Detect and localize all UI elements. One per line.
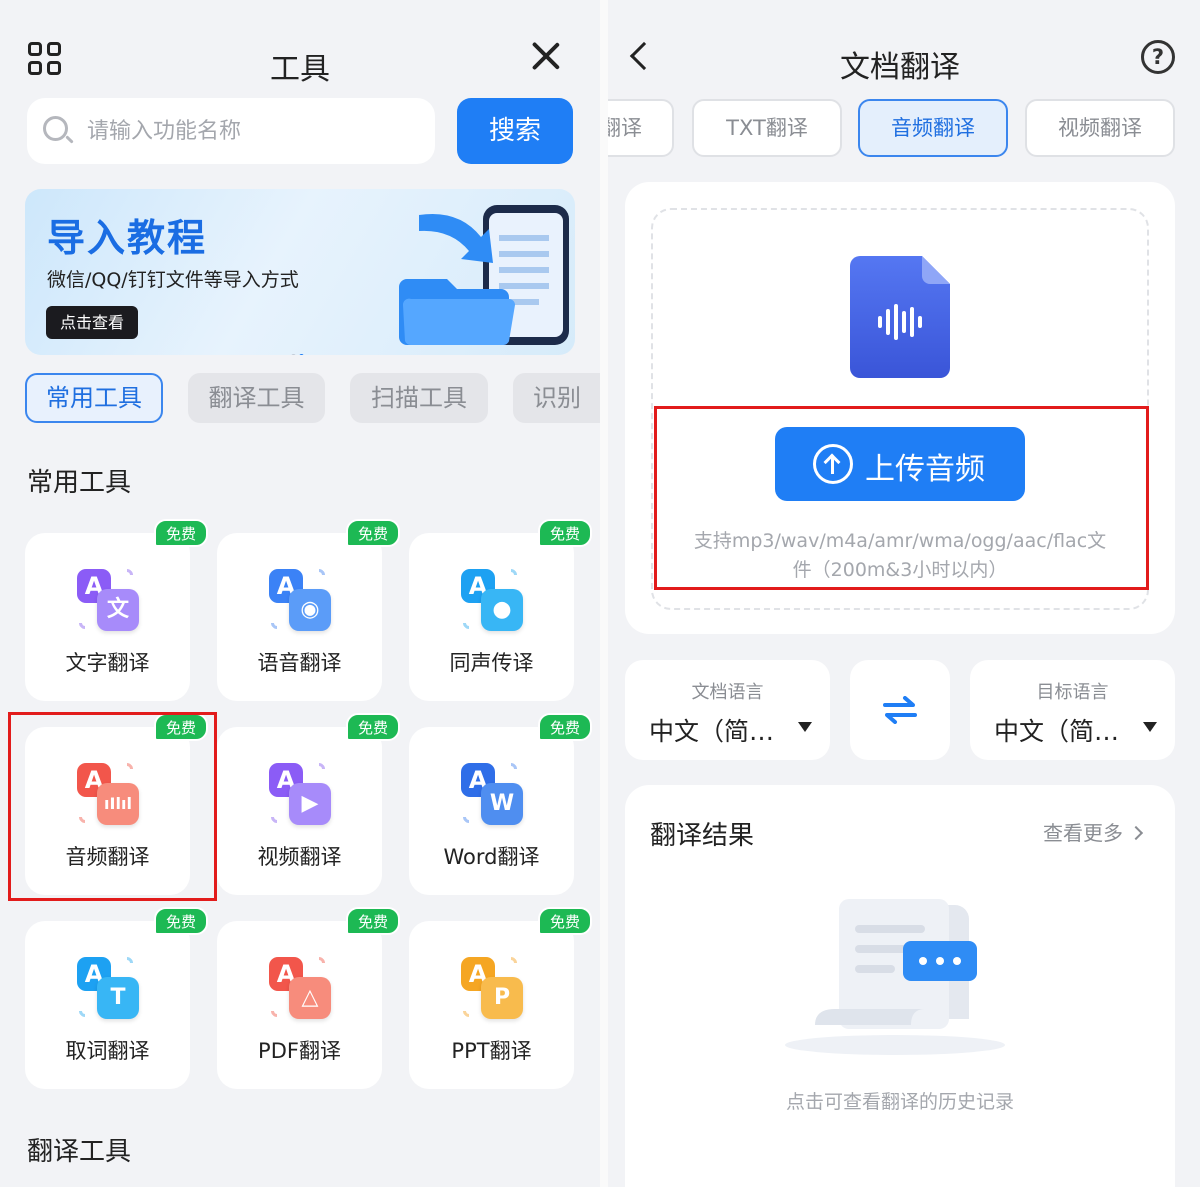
search-input[interactable]	[87, 98, 417, 164]
view-more-link[interactable]: 查看更多	[1043, 817, 1141, 846]
tool-card-word-translate[interactable]: 免费 A W Word翻译	[409, 713, 592, 895]
tool-card-word-pick-translate[interactable]: 免费 A T 取词翻译	[25, 907, 208, 1089]
swap-language-button[interactable]	[850, 660, 950, 760]
video-translate-icon: A ▶	[267, 760, 333, 827]
tool-label: 文字翻译	[65, 651, 150, 675]
section-title-translate: 翻译工具	[27, 1137, 132, 1167]
tool-card-text-translate[interactable]: 免费 A 文 文字翻译	[25, 519, 208, 701]
free-badge: 免费	[346, 519, 400, 547]
target-language-value: 中文（简…	[994, 717, 1120, 746]
tool-card-video-translate[interactable]: 免费 A ▶ 视频翻译	[217, 713, 400, 895]
tool-card-pdf-translate[interactable]: 免费 A △ PDF翻译	[217, 907, 400, 1089]
tool-label: 同声传译	[449, 651, 534, 675]
ppt-translate-icon: A P	[459, 954, 525, 1021]
free-badge: 免费	[538, 713, 592, 741]
page-title: 工具	[270, 52, 330, 87]
word-translate-icon: A W	[459, 760, 525, 827]
tool-label: PPT翻译	[451, 1039, 532, 1063]
banner-pagination	[291, 344, 307, 355]
target-language-caption: 目标语言	[1036, 682, 1109, 703]
tool-card-simultaneous-interpret[interactable]: 免费 A ● 同声传译	[409, 519, 592, 701]
import-tutorial-banner[interactable]: 导入教程 微信/QQ/钉钉文件等导入方式 点击查看	[25, 189, 575, 355]
banner-view-button[interactable]: 点击查看	[46, 306, 139, 339]
empty-history-illustration	[785, 899, 1005, 1055]
voice-translate-icon: A ◉	[267, 566, 333, 633]
category-tab-recognize[interactable]: 识别	[513, 373, 600, 423]
source-language-value: 中文（简…	[649, 717, 775, 746]
highlight-box-upload	[654, 406, 1149, 590]
tool-card-ppt-translate[interactable]: 免费 A P PPT翻译	[409, 907, 592, 1089]
category-tab-common[interactable]: 常用工具	[25, 373, 163, 423]
pdf-translate-icon: A △	[267, 954, 333, 1021]
close-icon[interactable]	[530, 40, 562, 72]
text-translate-icon: A 文	[75, 566, 141, 633]
type-tab-audio[interactable]: 音频翻译	[858, 99, 1008, 157]
free-badge: 免费	[154, 519, 208, 547]
section-title-common: 常用工具	[27, 468, 132, 498]
swap-arrows-icon	[883, 696, 917, 724]
page-title: 文档翻译	[840, 50, 960, 85]
tool-card-voice-translate[interactable]: 免费 A ◉ 语音翻译	[217, 519, 400, 701]
panel-divider	[600, 0, 608, 1187]
free-badge: 免费	[346, 713, 400, 741]
result-title: 翻译结果	[650, 821, 755, 851]
category-tab-scan[interactable]: 扫描工具	[350, 373, 488, 423]
dropdown-caret-icon	[798, 722, 812, 732]
banner-title: 导入教程	[47, 216, 208, 260]
free-badge: 免费	[538, 519, 592, 547]
type-tab-video[interactable]: 视频翻译	[1025, 99, 1175, 157]
type-tab-txt[interactable]: TXT翻译	[692, 99, 842, 157]
tool-label: 语音翻译	[257, 651, 342, 675]
tool-label: PDF翻译	[258, 1039, 341, 1063]
source-language-select[interactable]: 文档语言 中文（简…	[625, 660, 830, 760]
banner-subtitle: 微信/QQ/钉钉文件等导入方式	[47, 269, 299, 291]
word-pick-translate-icon: A T	[75, 954, 141, 1021]
simultaneous-interpret-icon: A ●	[459, 566, 525, 633]
free-badge: 免费	[538, 907, 592, 935]
tool-label: Word翻译	[443, 845, 540, 869]
translation-result-card[interactable]: 翻译结果 查看更多 点击可查看翻译的历史记录	[625, 785, 1175, 1187]
tools-panel: 工具 搜索 导入教程 微信/QQ/钉钉文件等导入方式 点击查看 常用工具 翻译工…	[0, 0, 600, 1187]
search-icon	[43, 116, 74, 146]
search-button[interactable]: 搜索	[457, 98, 573, 164]
tool-label: 视频翻译	[257, 845, 342, 869]
type-tab-document[interactable]: 翻译	[608, 99, 674, 157]
tool-label: 取词翻译	[65, 1039, 150, 1063]
category-tab-translate[interactable]: 翻译工具	[188, 373, 325, 423]
folder-phone-illustration	[399, 205, 569, 346]
search-box	[27, 98, 435, 164]
free-badge: 免费	[346, 907, 400, 935]
empty-history-text: 点击可查看翻译的历史记录	[785, 1091, 1014, 1113]
target-language-select[interactable]: 目标语言 中文（简…	[970, 660, 1175, 760]
tools-header: 工具	[0, 30, 600, 90]
audio-file-icon	[850, 256, 950, 378]
source-language-caption: 文档语言	[691, 682, 764, 703]
dropdown-caret-icon	[1143, 722, 1157, 732]
highlight-box-audio-translate	[8, 712, 217, 901]
document-translate-panel: 文档翻译 ? 翻译 TXT翻译 音频翻译 视频翻译 上传音频 支持mp3/wav…	[608, 0, 1200, 1187]
help-icon[interactable]: ?	[1141, 40, 1175, 74]
free-badge: 免费	[154, 907, 208, 935]
